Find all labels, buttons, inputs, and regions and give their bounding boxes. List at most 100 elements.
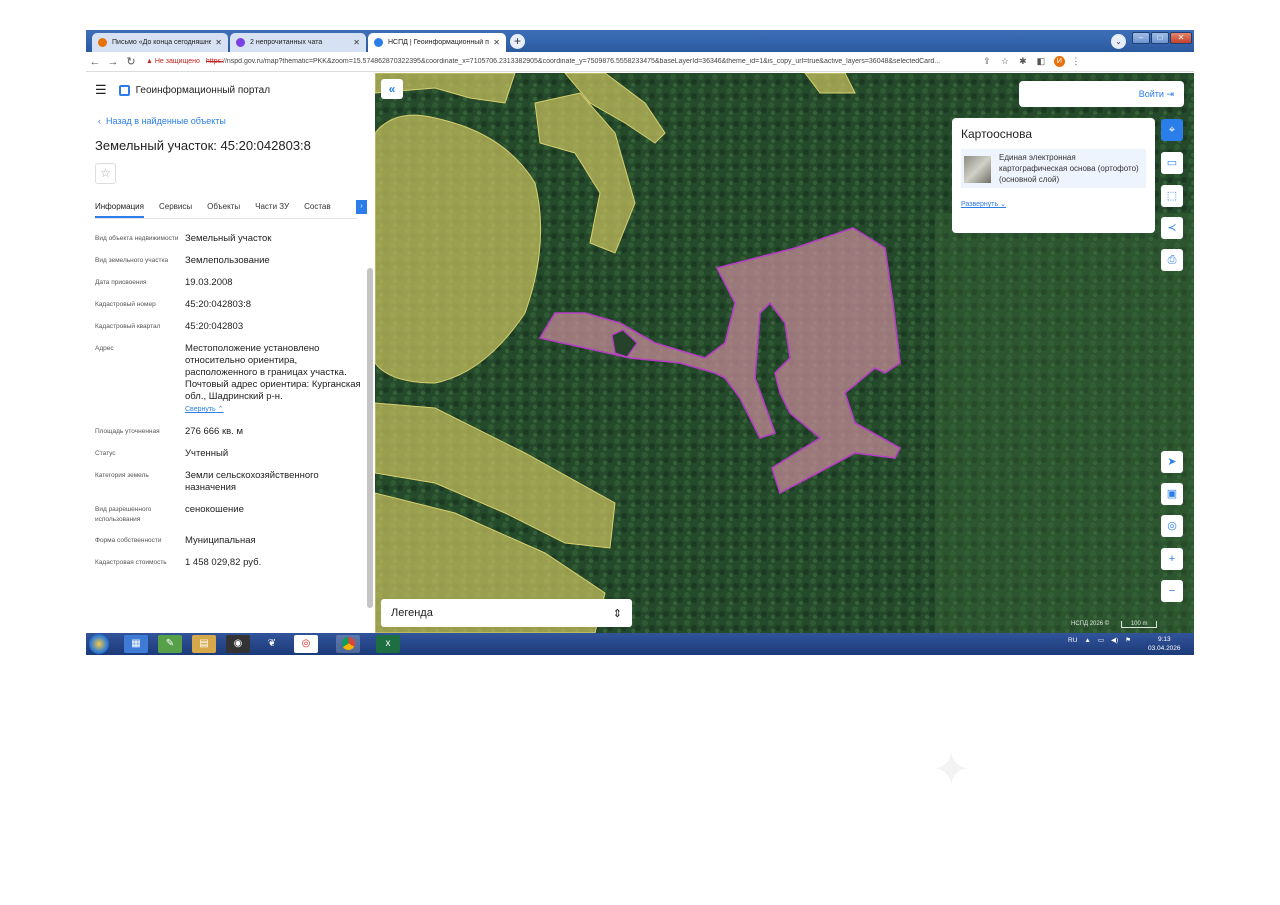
geolocation-icon[interactable]: ◎ (1161, 515, 1183, 537)
clock-date: 03.04.2026 (1148, 645, 1181, 652)
tab-services[interactable]: Сервисы (159, 199, 192, 218)
attribute-row: Вид разрешенного использования сенокошен… (95, 504, 363, 525)
login-button[interactable]: Войти ⇥ (1019, 81, 1184, 107)
maximize-icon[interactable]: □ (1151, 32, 1169, 44)
collapse-label: Свернуть (185, 406, 216, 413)
select-area-icon[interactable]: ⬚ (1161, 185, 1183, 207)
browser-tab-nspd[interactable]: НСПД | Геоинформационный п ✕ (368, 33, 506, 52)
minimize-icon[interactable]: – (1132, 32, 1150, 44)
extensions-icon[interactable]: ✱ (1016, 56, 1030, 67)
back-to-results-link[interactable]: ‹ Назад в найденные объекты (98, 116, 226, 126)
basemap-thumbnail (964, 156, 991, 183)
close-tab-icon[interactable]: ✕ (215, 38, 222, 47)
collapse-panel-button[interactable]: « (381, 79, 403, 99)
attribute-key: Категория земель (95, 472, 149, 479)
url-scheme: https: (205, 58, 223, 65)
language-indicator[interactable]: RU (1068, 637, 1077, 644)
attribute-key: Площадь уточненная (95, 428, 160, 435)
clock[interactable]: 9:13 03.04.2026 (1148, 635, 1181, 653)
locate-me-icon[interactable]: ➤ (1161, 451, 1183, 473)
share-icon[interactable]: ⇪ (980, 56, 994, 67)
favorite-star-button[interactable]: ☆ (95, 163, 116, 184)
attribute-key: Форма собственности (95, 537, 162, 544)
panel-header: ☰ Геоинформационный портал (95, 82, 270, 98)
browser-menu-icon[interactable]: ⋮ (1069, 56, 1083, 67)
legend-select[interactable]: Легенда ⇕ (381, 599, 632, 627)
insecure-label: Не защищено (154, 58, 200, 65)
collapse-address-link[interactable]: Свернуть ⌃ (185, 404, 363, 416)
chrome-taskbar-icon[interactable] (336, 635, 360, 653)
reload-icon[interactable]: ↻ (122, 55, 140, 68)
page-title: Земельный участок: 45:20:042803:8 (95, 138, 311, 153)
bookmark-star-icon[interactable]: ☆ (998, 56, 1012, 67)
lighter-forest-area (935, 213, 1194, 633)
sidepanel-icon[interactable]: ◧ (1034, 56, 1048, 67)
tab-objects[interactable]: Объекты (207, 199, 240, 218)
window-close-icon[interactable]: ✕ (1170, 32, 1192, 44)
excel-icon[interactable]: x (376, 635, 400, 653)
windows-taskbar: ▦ ✎ ▤ ◉ ❦ ◎ x RU ▲ ▭ ◀) ⚑ 9:13 03.04.202… (86, 633, 1194, 655)
notepad-icon[interactable]: ✎ (158, 635, 182, 653)
profile-avatar[interactable]: И (1053, 56, 1065, 67)
tabs-scroll-right-icon[interactable]: › (356, 200, 367, 214)
app-icon[interactable]: ◉ (226, 635, 250, 653)
tray-arrow-icon[interactable]: ▲ (1084, 637, 1090, 644)
folder-icon[interactable]: ▤ (192, 635, 216, 653)
attribute-value: 276 666 кв. м (185, 426, 243, 437)
app-circle-icon[interactable]: ◎ (294, 635, 318, 653)
attribute-value[interactable]: 45:20:042803:8 (185, 299, 363, 311)
tab-info[interactable]: Информация (95, 199, 144, 218)
basemap-layer-item[interactable]: Единая электронная картографическая осно… (961, 149, 1146, 188)
hamburger-menu-icon[interactable]: ☰ (95, 82, 107, 98)
chrome-icon (341, 637, 355, 650)
attribute-key: Кадастровый квартал (95, 323, 161, 330)
volume-icon[interactable]: ◀) (1111, 636, 1118, 644)
bird-app-icon[interactable]: ❦ (260, 635, 284, 653)
layers-search-icon[interactable]: ⌖ (1161, 119, 1183, 141)
forward-arrow-icon[interactable]: → (104, 56, 122, 68)
tab-search-icon[interactable]: ⌄ (1111, 34, 1126, 49)
browser-tab-mail[interactable]: Письмо «До конца сегодняшнего ✕ (92, 33, 228, 52)
show-desktop-icon[interactable]: ▦ (124, 635, 148, 653)
ruler-icon[interactable]: ▭ (1161, 152, 1183, 174)
attribute-row: Кадастровая стоимость 1 458 029,82 руб. (95, 557, 363, 569)
system-tray: RU ▲ ▭ ◀) ⚑ (1068, 636, 1131, 645)
insecure-warning[interactable]: ▲ Не защищено (146, 58, 200, 65)
attribute-value: Учтенный (185, 448, 229, 459)
panel-scrollbar[interactable] (367, 268, 373, 608)
legend-label: Легенда (391, 607, 433, 619)
login-label: Войти (1138, 89, 1164, 99)
flag-icon[interactable]: ⚑ (1125, 636, 1131, 644)
tab-composition[interactable]: Состав (304, 199, 331, 218)
back-arrow-icon[interactable]: ← (86, 56, 104, 68)
browser-tab-chats[interactable]: 2 непрочитанных чата ✕ (230, 33, 366, 52)
object-card-panel: ☰ Геоинформационный портал ‹ Назад в най… (86, 73, 375, 633)
close-tab-icon[interactable]: ✕ (493, 38, 500, 47)
attribute-value: 19.03.2008 (185, 277, 233, 288)
url-field[interactable]: https://nspd.gov.ru/map?thematic=PKK&zoo… (206, 58, 976, 65)
chevron-up-icon: ⌃ (217, 406, 224, 413)
close-tab-icon[interactable]: ✕ (353, 38, 360, 47)
tab-title: Письмо «До конца сегодняшнего (112, 39, 212, 46)
print-icon[interactable]: ⎙ (1161, 249, 1183, 271)
select-arrows-icon: ⇕ (612, 607, 622, 620)
map-canvas[interactable]: « Войти ⇥ Картооснова Единая электронная… (375, 73, 1194, 633)
expand-basemap-link[interactable]: Развернуть ⌄ (961, 200, 1146, 208)
network-icon[interactable]: ▭ (1098, 636, 1104, 644)
object-tabs: Информация Сервисы Объекты Части ЗУ Сост… (95, 199, 357, 219)
tab-parts[interactable]: Части ЗУ (255, 199, 289, 218)
attribute-key: Кадастровый номер (95, 301, 156, 308)
zoom-in-icon[interactable]: + (1161, 548, 1183, 570)
minimap-icon[interactable]: ▣ (1161, 483, 1183, 505)
screen: Письмо «До конца сегодняшнего ✕ 2 непроч… (86, 30, 1194, 655)
zoom-out-icon[interactable]: − (1161, 580, 1183, 602)
attribute-value[interactable]: 45:20:042803 (185, 321, 363, 333)
new-tab-button[interactable]: + (510, 34, 525, 49)
share-icon[interactable]: ≺ (1161, 217, 1183, 239)
tab-title: НСПД | Геоинформационный п (388, 39, 489, 46)
attribute-value: сенокошение (185, 504, 244, 515)
portal-logo-icon (118, 84, 130, 96)
attribute-key: Вид земельного участка (95, 257, 169, 264)
start-button-icon[interactable] (89, 634, 109, 654)
chevron-down-icon: ⌄ (1000, 201, 1006, 208)
